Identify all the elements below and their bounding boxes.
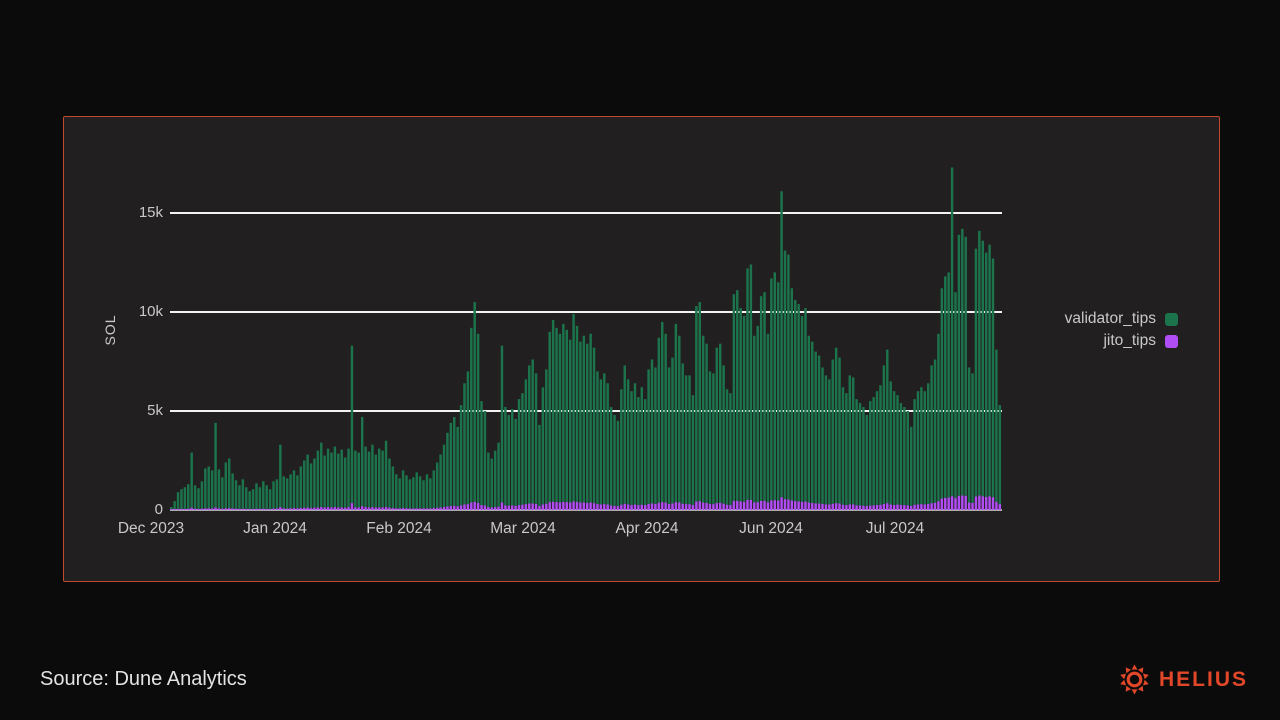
- stacked-bar-chart: [0, 0, 1280, 720]
- legend-swatch-validator-tips: [1165, 313, 1178, 326]
- x-tick-jan-2024: Jan 2024: [215, 519, 335, 539]
- x-tick-jun-2024: Jun 2024: [711, 519, 831, 539]
- legend-swatch-jito-tips: [1165, 335, 1178, 348]
- helius-logo: HELIUS: [1119, 664, 1248, 695]
- x-tick-apr-2024: Apr 2024: [587, 519, 707, 539]
- x-tick-mar-2024: Mar 2024: [463, 519, 583, 539]
- y-tick-5k: 5k: [111, 401, 163, 421]
- legend-item-jito-tips[interactable]: jito_tips: [1103, 332, 1178, 350]
- helius-logo-text: HELIUS: [1159, 668, 1248, 692]
- chart-legend: validator_tips jito_tips: [1065, 310, 1178, 350]
- y-tick-10k: 10k: [111, 302, 163, 322]
- legend-label-jito-tips: jito_tips: [1103, 332, 1156, 350]
- legend-label-validator-tips: validator_tips: [1065, 310, 1156, 328]
- legend-item-validator-tips[interactable]: validator_tips: [1065, 310, 1178, 328]
- source-attribution: Source: Dune Analytics: [40, 668, 247, 691]
- x-tick-feb-2024: Feb 2024: [339, 519, 459, 539]
- slide: SOL 0 5k 10k 15k Dec 2023 Jan 2024 Feb 2…: [0, 0, 1280, 720]
- x-tick-jul-2024: Jul 2024: [835, 519, 955, 539]
- helius-sunburst-icon: [1119, 664, 1150, 695]
- y-tick-0: 0: [111, 500, 163, 520]
- x-tick-dec-2023: Dec 2023: [91, 519, 211, 539]
- y-tick-15k: 15k: [111, 203, 163, 223]
